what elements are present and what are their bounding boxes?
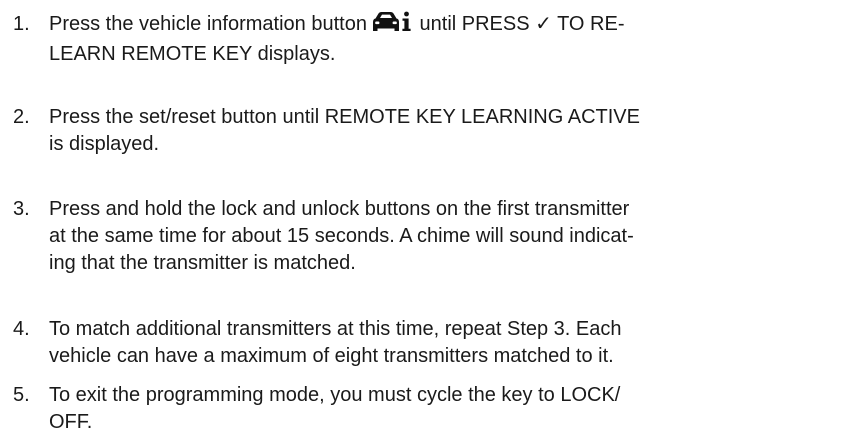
step-text-fragment: until PRESS ✓ TO RE- (419, 13, 625, 35)
step-line: vehicle can have a maximum of eight tran… (49, 345, 614, 367)
vehicle-information-icon (370, 11, 412, 41)
step-number: 2. (13, 106, 30, 128)
step-line: To exit the programming mode, you must c… (49, 384, 621, 406)
step-line: ing that the transmitter is matched. (49, 252, 356, 274)
step-text: Press and hold the lock and unlock butto… (49, 196, 829, 277)
step-text-fragment: Press the vehicle information button (49, 13, 367, 35)
step-line: at the same time for about 15 seconds. A… (49, 225, 634, 247)
step-text: To match additional transmitters at this… (49, 316, 829, 370)
step-number: 1. (13, 13, 30, 35)
step-number: 5. (13, 384, 30, 406)
step-line: Press the set/reset button until REMOTE … (49, 106, 640, 128)
step-line: OFF. (49, 411, 93, 433)
step-line: LEARN REMOTE KEY displays. (49, 43, 336, 65)
step-line: is displayed. (49, 133, 160, 155)
step-line: Press and hold the lock and unlock butto… (49, 198, 630, 220)
step-text: Press the vehicle information button unt… (49, 11, 829, 68)
step-line: To match additional transmitters at this… (49, 318, 622, 340)
step-line: Press the vehicle information button unt… (49, 11, 829, 41)
step-number: 4. (13, 318, 30, 340)
step-number: 3. (13, 198, 30, 220)
step-text: To exit the programming mode, you must c… (49, 382, 829, 436)
step-text: Press the set/reset button until REMOTE … (49, 104, 829, 158)
